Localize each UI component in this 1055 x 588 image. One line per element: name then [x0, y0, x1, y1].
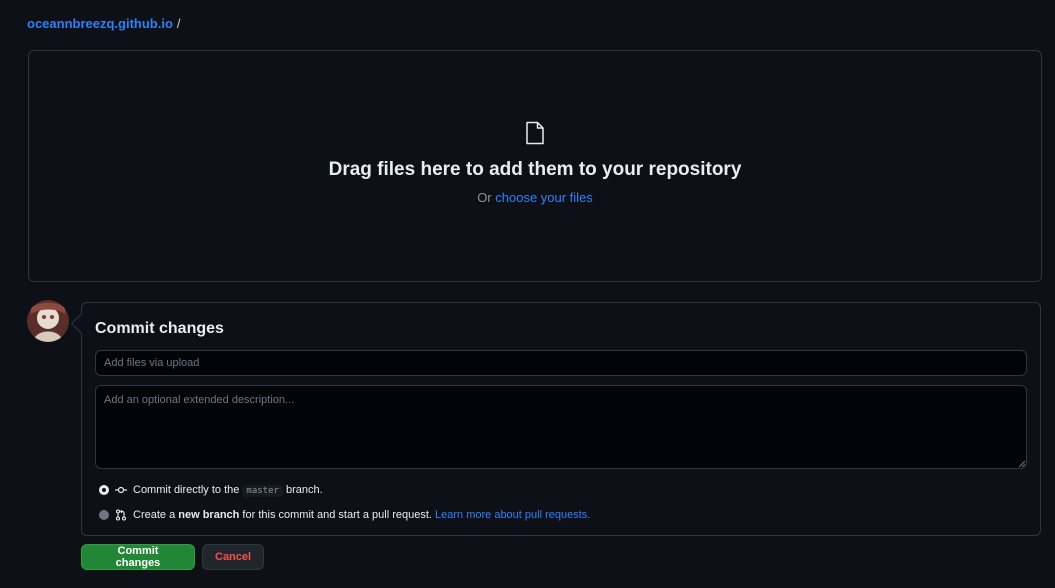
- commit-direct-label: Commit directly to the master branch.: [133, 484, 323, 497]
- avatar[interactable]: [27, 300, 69, 342]
- breadcrumb-separator: /: [176, 16, 181, 31]
- dropzone-subtitle-prefix: Or: [477, 190, 496, 205]
- learn-more-pull-requests-link[interactable]: Learn more about pull requests.: [435, 509, 590, 521]
- git-commit-icon: [115, 486, 127, 494]
- new-branch-option[interactable]: Create a new branch for this commit and …: [99, 509, 590, 521]
- repo-link[interactable]: oceannbreezq.github.io: [27, 16, 173, 31]
- choose-files-link[interactable]: choose your files: [495, 190, 593, 205]
- commit-direct-radio[interactable]: [99, 485, 109, 495]
- commit-description-textarea[interactable]: [95, 385, 1027, 469]
- commit-direct-prefix: Commit directly to the: [133, 484, 243, 496]
- new-branch-radio[interactable]: [99, 510, 109, 520]
- commit-direct-suffix: branch.: [282, 484, 323, 496]
- new-branch-middle: for this commit and start a pull request…: [239, 509, 436, 521]
- commit-panel: Commit changes Commit directly to the ma…: [81, 302, 1041, 536]
- file-dropzone[interactable]: Drag files here to add them to your repo…: [28, 50, 1042, 282]
- resize-grip-icon[interactable]: [1018, 460, 1025, 467]
- branch-name: master: [242, 485, 283, 497]
- cancel-button[interactable]: Cancel: [202, 544, 264, 570]
- commit-direct-option[interactable]: Commit directly to the master branch.: [99, 484, 323, 497]
- dropzone-title: Drag files here to add them to your repo…: [328, 159, 742, 180]
- new-branch-label: Create a new branch for this commit and …: [133, 509, 590, 521]
- commit-panel-title: Commit changes: [95, 320, 224, 337]
- new-branch-bold: new branch: [178, 509, 240, 521]
- commit-summary-input[interactable]: [95, 350, 1027, 376]
- git-pull-request-icon: [115, 509, 127, 521]
- avatar-image: [27, 300, 69, 342]
- file-icon: [526, 121, 544, 145]
- commit-changes-button[interactable]: Commit changes: [81, 544, 195, 570]
- dropzone-subtitle: Or choose your files: [29, 190, 1041, 205]
- upload-page: oceannbreezq.github.io / Drag files here…: [0, 0, 1055, 588]
- new-branch-prefix: Create a: [133, 509, 179, 521]
- breadcrumb: oceannbreezq.github.io /: [27, 16, 181, 31]
